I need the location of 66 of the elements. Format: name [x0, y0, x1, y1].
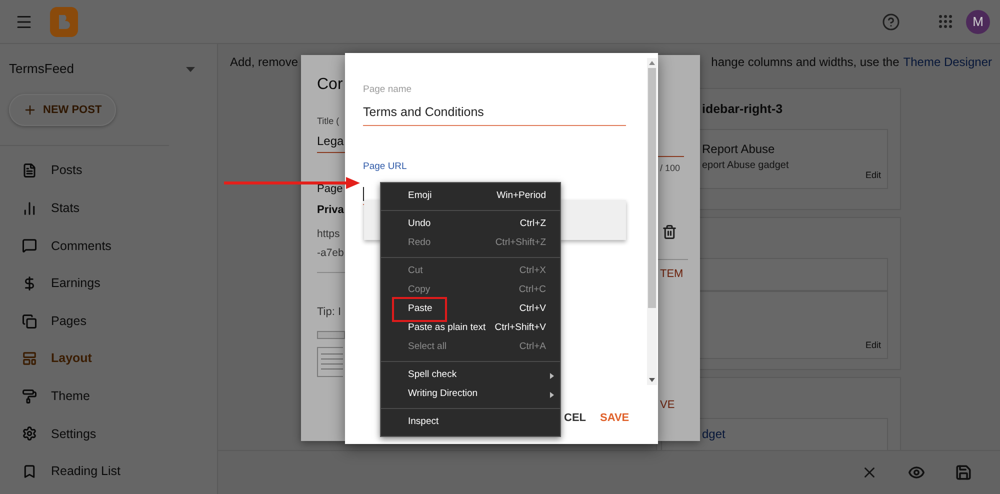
text-block-icon: [317, 346, 343, 376]
nav-item[interactable]: Posts: [0, 152, 217, 190]
nav-item[interactable]: Layout: [0, 340, 217, 378]
edit-link[interactable]: Edit: [865, 168, 881, 182]
plus-icon: [23, 103, 37, 117]
gadget-description: eport Abuse gadget: [702, 158, 789, 172]
tip-text: Tip: I: [317, 305, 342, 320]
url-text: -a7eb: [317, 246, 345, 262]
avatar[interactable]: M: [966, 10, 990, 34]
field-label: Title (: [317, 115, 340, 128]
menu-item[interactable]: Emoji Win+Period: [381, 187, 560, 206]
settings-icon: [22, 426, 37, 442]
scroll-down-icon[interactable]: [649, 378, 655, 382]
nav-item[interactable]: Pages: [0, 302, 217, 340]
apps-grid-icon[interactable]: [939, 15, 952, 28]
url-text: https: [317, 226, 341, 242]
menu-item[interactable]: Writing Direction: [381, 385, 560, 404]
menu-item[interactable]: Inspect: [381, 413, 560, 432]
help-icon[interactable]: [882, 12, 900, 30]
scrollbar-thumb[interactable]: [648, 68, 656, 308]
blog-name[interactable]: TermsFeed: [9, 59, 74, 79]
field-label: Page URL: [363, 160, 408, 174]
nav-item[interactable]: Comments: [0, 227, 217, 265]
page-name-field[interactable]: Terms and Conditions: [363, 103, 626, 126]
text-cursor: [363, 187, 364, 202]
new-post-button[interactable]: NEW POST: [9, 94, 116, 126]
character-counter: / 100: [660, 162, 682, 175]
theme-designer-link[interactable]: Theme Designer: [903, 53, 992, 71]
save-icon[interactable]: [955, 464, 972, 481]
field-label: Page name: [363, 83, 413, 97]
save-button[interactable]: VE: [660, 397, 700, 414]
edit-link[interactable]: Edit: [865, 338, 881, 352]
gadget-link[interactable]: dget: [702, 425, 726, 443]
nav-item[interactable]: Theme: [0, 378, 217, 416]
nav-item[interactable]: Earnings: [0, 264, 217, 302]
stacked-pages-icon: [22, 314, 37, 329]
section-title: idebar-right-3: [702, 100, 783, 118]
layout-icon: [22, 351, 37, 366]
paint-roller-icon: [22, 388, 37, 404]
field-label: Page: [317, 182, 344, 196]
add-item-button[interactable]: TEM: [660, 266, 700, 282]
document-icon: [22, 163, 37, 178]
nav-item[interactable]: Stats: [0, 190, 217, 228]
bookmark-icon: [22, 464, 37, 480]
save-button[interactable]: SAVE: [600, 410, 630, 426]
menu-item[interactable]: Paste as plain text Ctrl+Shift+V: [381, 319, 560, 338]
scrollbar[interactable]: [647, 58, 657, 385]
nav-item[interactable]: Reading List: [0, 452, 217, 490]
cancel-button[interactable]: CEL: [564, 410, 586, 426]
preview-icon[interactable]: [908, 464, 925, 481]
trash-icon: [662, 224, 677, 240]
menu-item[interactable]: Undo Ctrl+Z: [381, 215, 560, 234]
text-field[interactable]: [317, 330, 345, 338]
scroll-up-icon[interactable]: [649, 61, 655, 65]
speech-bubble-icon: [22, 238, 37, 254]
menu-item[interactable]: Spell check: [381, 366, 560, 385]
dropdown-caret-icon[interactable]: [186, 66, 195, 72]
gadget-name: Report Abuse: [702, 140, 775, 158]
intro-text: Add, remove: [230, 54, 298, 71]
field-value: Priva: [317, 203, 345, 218]
bar-chart-icon: [22, 200, 37, 216]
dollar-icon: [22, 276, 37, 292]
intro-text: hange columns and widths, use the: [711, 54, 900, 71]
nav-item[interactable]: Settings: [0, 415, 217, 453]
dialog-title: Cor: [317, 75, 344, 95]
menu-item[interactable]: Paste Ctrl+V: [381, 300, 560, 319]
